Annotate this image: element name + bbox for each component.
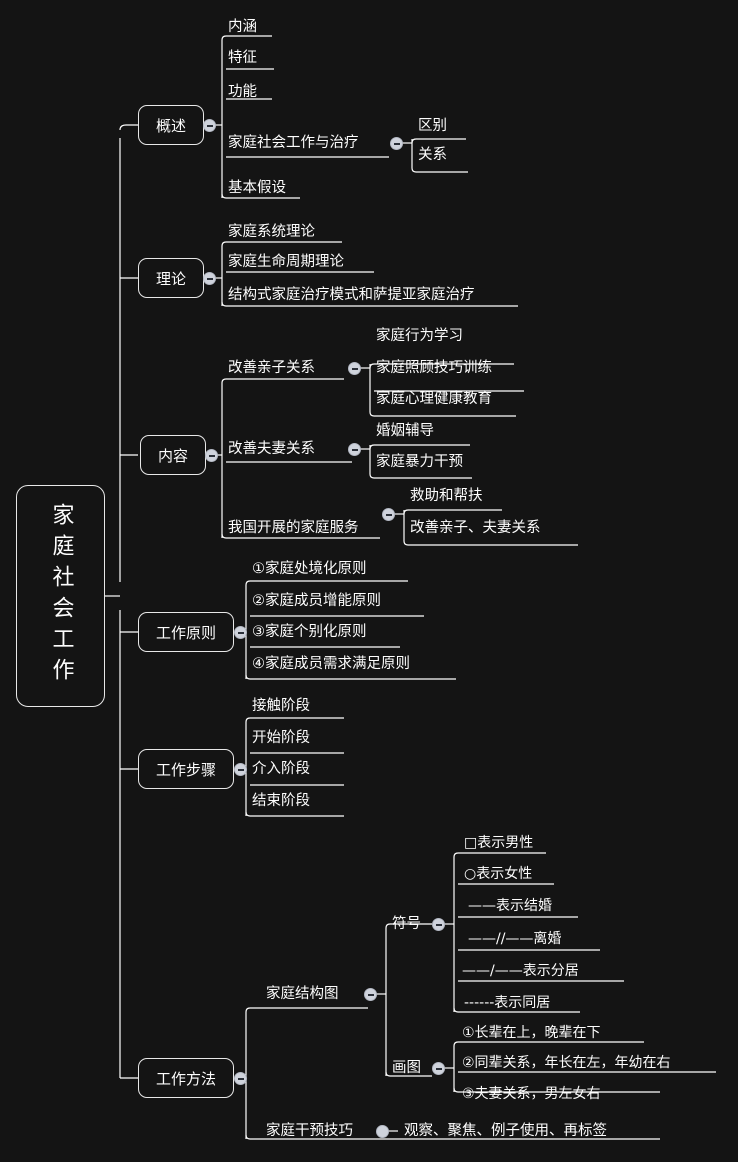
node-methods-0-1[interactable]: 画图: [392, 1061, 421, 1076]
branch-label-steps: 工作步骤: [155, 760, 216, 779]
toggle-drawing[interactable]: [432, 1062, 445, 1075]
node-methods-child-1[interactable]: 家庭干预技巧: [266, 1124, 353, 1139]
node-methods-1-0[interactable]: 观察、聚焦、例子使用、再标签: [404, 1124, 607, 1139]
node-methods-child-0[interactable]: 家庭结构图: [266, 987, 339, 1002]
node-steps-child-0[interactable]: 接触阶段: [252, 699, 310, 714]
toggle-methods[interactable]: [234, 1072, 247, 1085]
branch-node-principles[interactable]: 工作原则: [138, 612, 234, 652]
node-principles-child-0[interactable]: ①家庭处境化原则: [252, 562, 367, 577]
branch-label-methods: 工作方法: [155, 1069, 216, 1088]
toggle-steps[interactable]: [234, 763, 247, 776]
node-steps-child-2[interactable]: 介入阶段: [252, 762, 310, 777]
toggle-overview[interactable]: [203, 119, 216, 132]
toggle-symbols[interactable]: [432, 918, 445, 931]
node-overview-child-3[interactable]: 家庭社会工作与治疗: [228, 136, 359, 151]
node-content-2-0[interactable]: 救助和帮扶: [410, 489, 483, 504]
root-label: 家庭社会工作: [48, 503, 74, 689]
toggle-china-family-service[interactable]: [382, 508, 395, 521]
toggle-family-structure-map[interactable]: [364, 988, 377, 1001]
toggle-family-social-work-therapy[interactable]: [390, 137, 403, 150]
branch-node-content[interactable]: 内容: [140, 435, 206, 475]
node-theory-child-2[interactable]: 结构式家庭治疗模式和萨提亚家庭治疗: [228, 288, 475, 303]
node-theory-child-0[interactable]: 家庭系统理论: [228, 225, 315, 240]
node-symbol-0[interactable]: □表示男性: [464, 836, 533, 850]
node-content-0-2[interactable]: 家庭心理健康教育: [376, 392, 492, 407]
node-symbol-2[interactable]: ——表示结婚: [468, 899, 552, 913]
toggle-theory[interactable]: [203, 272, 216, 285]
branch-label-theory: 理论: [155, 269, 186, 288]
node-symbol-5[interactable]: ------表示同居: [464, 996, 550, 1010]
node-content-0-0[interactable]: 家庭行为学习: [376, 329, 463, 344]
toggle-intervention-skills[interactable]: [376, 1125, 389, 1138]
node-overview-child-4[interactable]: 基本假设: [228, 181, 286, 196]
node-overview-child-1[interactable]: 特征: [228, 51, 257, 66]
node-content-1-1[interactable]: 家庭暴力干预: [376, 455, 463, 470]
node-theory-child-1[interactable]: 家庭生命周期理论: [228, 255, 344, 270]
branch-node-theory[interactable]: 理论: [138, 258, 204, 298]
node-principles-child-2[interactable]: ③家庭个别化原则: [252, 625, 367, 640]
toggle-principles[interactable]: [234, 626, 247, 639]
node-overview-child-0[interactable]: 内涵: [228, 20, 257, 35]
node-overview-child-3-1[interactable]: 关系: [418, 148, 447, 163]
node-principles-child-1[interactable]: ②家庭成员增能原则: [252, 594, 381, 609]
branch-node-steps[interactable]: 工作步骤: [138, 749, 234, 789]
branch-label-principles: 工作原则: [155, 623, 216, 642]
node-methods-0-0[interactable]: 符号: [392, 917, 421, 932]
branch-node-overview[interactable]: 概述: [138, 105, 204, 145]
toggle-content[interactable]: [205, 449, 218, 462]
node-symbol-3[interactable]: ——//——离婚: [468, 932, 561, 946]
node-symbol-4[interactable]: ——/——表示分居: [462, 964, 579, 978]
node-content-1-0[interactable]: 婚姻辅导: [376, 424, 434, 439]
toggle-improve-parent-child[interactable]: [348, 362, 361, 375]
toggle-improve-marital[interactable]: [348, 443, 361, 456]
node-content-2-1[interactable]: 改善亲子、夫妻关系: [410, 521, 541, 536]
node-drawing-0[interactable]: ①长辈在上，晚辈在下: [462, 1026, 601, 1040]
branch-label-overview: 概述: [155, 116, 186, 135]
node-content-child-1[interactable]: 改善夫妻关系: [228, 442, 315, 457]
branch-node-methods[interactable]: 工作方法: [138, 1058, 234, 1098]
node-steps-child-1[interactable]: 开始阶段: [252, 731, 310, 746]
node-principles-child-3[interactable]: ④家庭成员需求满足原则: [252, 657, 410, 672]
root-node[interactable]: 家庭社会工作: [16, 485, 105, 707]
branch-label-content: 内容: [157, 446, 188, 465]
node-content-0-1[interactable]: 家庭照顾技巧训练: [376, 361, 492, 376]
node-drawing-2[interactable]: ③夫妻关系，男左女右: [462, 1087, 601, 1101]
node-overview-child-3-0[interactable]: 区别: [418, 119, 447, 134]
node-content-child-2[interactable]: 我国开展的家庭服务: [228, 521, 359, 536]
node-content-child-0[interactable]: 改善亲子关系: [228, 361, 315, 376]
node-symbol-1[interactable]: ○表示女性: [464, 867, 532, 881]
node-drawing-1[interactable]: ②同辈关系，年长在左，年幼在右: [462, 1056, 671, 1070]
node-steps-child-3[interactable]: 结束阶段: [252, 794, 310, 809]
mindmap-canvas: 家庭社会工作 概述 内涵 特征 功能 家庭社会工作与治疗 区别 关系 基本假设 …: [0, 0, 738, 1162]
node-overview-child-2[interactable]: 功能: [228, 85, 257, 100]
